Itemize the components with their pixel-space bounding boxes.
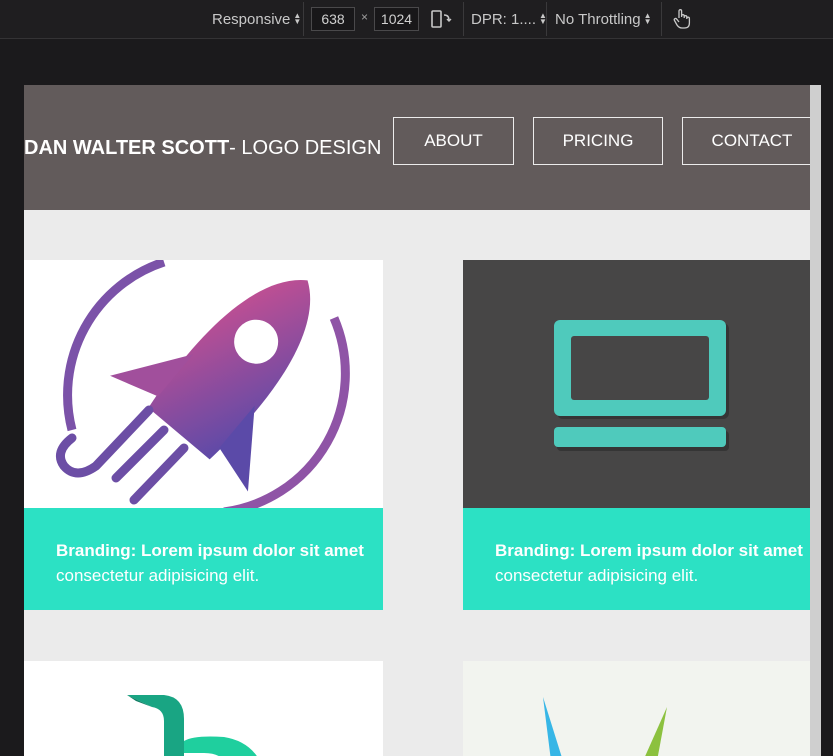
dpr-label: DPR: 1.... — [471, 10, 537, 28]
site-header: DAN WALTER SCOTT- LOGO DESIGN ABOUT PRIC… — [24, 85, 821, 210]
laptop-logo-image — [463, 260, 821, 508]
toolbar-divider — [661, 2, 662, 36]
card-title: Branding: Lorem ipsum dolor sit amet — [56, 541, 364, 560]
touch-hand-icon — [673, 9, 691, 29]
toolbar-divider — [303, 2, 304, 36]
width-value: 638 — [321, 11, 345, 27]
rocket-icon — [55, 260, 350, 508]
nav-contact-label: CONTACT — [711, 131, 793, 150]
devtools-toolbar: Responsive ▲ ▼ 638 × 1024 DPR: 1.... ▲ ▼ N… — [0, 0, 833, 39]
green-b-icon — [127, 695, 257, 756]
width-input[interactable]: 638 — [311, 7, 355, 31]
toolbar-divider — [546, 2, 547, 36]
nav-pricing-label: PRICING — [562, 131, 634, 150]
device-mode-label: Responsive — [212, 10, 291, 28]
nav-contact-button[interactable]: CONTACT — [682, 117, 821, 165]
rotate-button[interactable] — [430, 0, 452, 38]
brand-tagline: - LOGO DESIGN — [229, 137, 382, 159]
toolbar-divider — [463, 2, 464, 36]
site-brand[interactable]: DAN WALTER SCOTT- LOGO DESIGN — [24, 137, 381, 160]
height-value: 1024 — [380, 11, 413, 27]
nav-about-label: ABOUT — [424, 131, 483, 150]
nav-about-button[interactable]: ABOUT — [393, 117, 514, 165]
rotate-device-icon — [431, 10, 452, 28]
nav-pricing-button[interactable]: PRICING — [533, 117, 663, 165]
touch-toggle-button[interactable] — [672, 0, 692, 38]
throttling-label: No Throttling — [555, 10, 641, 28]
throttling-select[interactable]: No Throttling ▲ ▼ — [555, 0, 652, 38]
card-caption: Branding: Lorem ipsum dolor sit amet con… — [24, 508, 383, 610]
portfolio-card[interactable] — [463, 661, 821, 756]
dpr-select[interactable]: DPR: 1.... ▲ ▼ — [471, 0, 547, 38]
card-text: consectetur adipisicing elit. — [56, 566, 260, 585]
select-arrows-icon: ▲ ▼ — [293, 11, 302, 26]
card-text: consectetur adipisicing elit. — [495, 566, 699, 585]
portfolio-card[interactable] — [24, 661, 383, 756]
portfolio-card[interactable]: Branding: Lorem ipsum dolor sit amet con… — [463, 260, 821, 610]
page-viewport: DAN WALTER SCOTT- LOGO DESIGN ABOUT PRIC… — [24, 85, 821, 756]
device-mode-select[interactable]: Responsive ▲ ▼ — [212, 0, 301, 38]
brand-name: DAN WALTER SCOTT — [24, 137, 230, 159]
times-symbol: × — [361, 10, 369, 24]
green-b-logo-image — [24, 661, 383, 756]
rocket-logo-image — [24, 260, 383, 508]
height-input[interactable]: 1024 — [374, 7, 419, 31]
card-title: Branding: Lorem ipsum dolor sit amet — [495, 541, 803, 560]
colorful-v-icon — [543, 697, 667, 756]
colorful-v-logo-image — [463, 661, 821, 756]
select-arrows-icon: ▲ ▼ — [643, 11, 652, 26]
card-caption: Branding: Lorem ipsum dolor sit amet con… — [463, 508, 821, 610]
laptop-icon — [554, 320, 729, 451]
portfolio-card[interactable]: Branding: Lorem ipsum dolor sit amet con… — [24, 260, 383, 610]
viewport-scrollbar[interactable] — [810, 85, 821, 756]
